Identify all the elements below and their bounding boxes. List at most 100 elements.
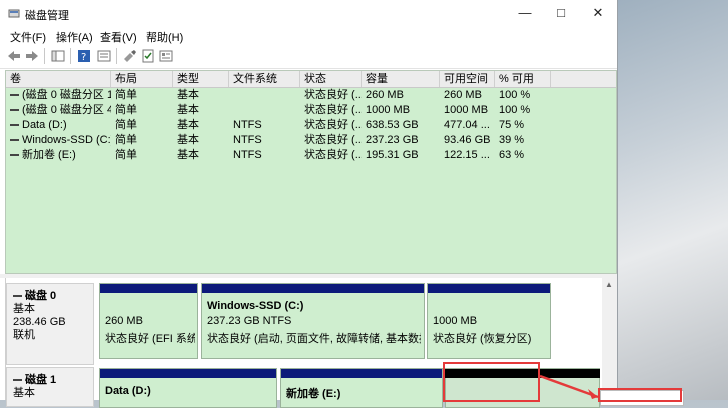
- partition-status: 状态良好 (启动, 页面文件, 故障转储, 基本数据分区): [207, 333, 421, 345]
- help-icon[interactable]: ?: [76, 48, 92, 64]
- volume-filesystem: NTFS: [233, 119, 262, 131]
- volume-capacity: 638.53 GB: [366, 119, 419, 131]
- scroll-up-icon[interactable]: ▲: [605, 280, 613, 289]
- volume-type: 基本: [177, 89, 199, 101]
- maximize-button[interactable]: □: [543, 0, 579, 26]
- volume-percent-free: 100 %: [499, 104, 531, 116]
- disk-kind: 基本: [13, 303, 35, 315]
- disk-1-label[interactable]: 磁盘 1 基本: [6, 367, 94, 407]
- partition-status: 状态良好 (恢复分区): [433, 333, 532, 345]
- column-header-layout[interactable]: 布局: [111, 71, 173, 87]
- highlight-box: [443, 362, 540, 402]
- table-row[interactable]: Data (D:) 简单 基本 NTFS 状态良好 (... 638.53 GB…: [6, 118, 616, 133]
- partition-status: 状态良好 (EFI 系统分区): [105, 333, 195, 345]
- disk-kind: 基本: [13, 387, 35, 399]
- volume-layout: 简单: [115, 119, 137, 131]
- column-header-type[interactable]: 类型: [173, 71, 229, 87]
- volume-capacity: 260 MB: [366, 89, 404, 101]
- table-row[interactable]: 新加卷 (E:) 简单 基本 NTFS 状态良好 (... 195.31 GB …: [6, 148, 616, 163]
- settings-panel-icon[interactable]: [158, 48, 174, 64]
- volume-percent-free: 39 %: [499, 134, 525, 146]
- partition-data[interactable]: Data (D:): [99, 368, 277, 408]
- volume-type: 基本: [177, 119, 199, 131]
- volume-status: 状态良好 (...: [304, 119, 362, 131]
- back-arrow-icon[interactable]: [6, 48, 22, 64]
- column-header-capacity[interactable]: 容量: [362, 71, 440, 87]
- volume-free-space: 1000 MB: [444, 104, 489, 116]
- volume-layout: 简单: [115, 104, 137, 116]
- window-title: 磁盘管理: [25, 10, 69, 22]
- column-header-volume[interactable]: 卷: [6, 71, 111, 87]
- volume-filesystem: [229, 103, 300, 118]
- disk-icon: [13, 379, 22, 382]
- close-button[interactable]: ✕: [580, 0, 616, 26]
- partition-size: 237.23 GB NTFS: [207, 315, 292, 327]
- volume-icon: [10, 139, 19, 142]
- partition-title: Data (D:): [105, 385, 151, 397]
- volume-list-header: 卷 布局 类型 文件系统 状态 容量 可用空间 % 可用: [6, 71, 616, 88]
- toolbar-separator: [44, 48, 45, 64]
- menu-file[interactable]: 文件(F): [10, 29, 46, 45]
- partition-new-volume[interactable]: 新加卷 (E:): [280, 368, 443, 408]
- menu-view[interactable]: 查看(V): [100, 29, 137, 45]
- partition-efi[interactable]: 260 MB 状态良好 (EFI 系统分区): [99, 283, 198, 359]
- disk-state: 联机: [13, 329, 35, 341]
- volume-free-space: 122.15 ...: [444, 149, 490, 161]
- volume-type: 基本: [177, 149, 199, 161]
- table-row[interactable]: (磁盘 0 磁盘分区 1) 简单 基本 状态良好 (... 260 MB 260…: [6, 88, 616, 103]
- partition-recovery[interactable]: 1000 MB 状态良好 (恢复分区): [427, 283, 551, 359]
- volume-status: 状态良好 (...: [304, 149, 362, 161]
- volume-layout: 简单: [115, 149, 137, 161]
- volume-icon: [10, 94, 19, 97]
- table-row[interactable]: (磁盘 0 磁盘分区 4) 简单 基本 状态良好 (... 1000 MB 10…: [6, 103, 616, 118]
- disk-size: 238.46 GB: [13, 316, 66, 328]
- disk-icon: [13, 295, 22, 298]
- title-bar[interactable]: 磁盘管理 — □ ✕: [0, 0, 617, 26]
- volume-percent-free: 100 %: [499, 89, 531, 101]
- column-header-free-space[interactable]: 可用空间: [440, 71, 495, 87]
- volume-name: (磁盘 0 磁盘分区 1): [22, 89, 111, 101]
- partition-size: 1000 MB: [433, 315, 478, 327]
- volume-capacity: 237.23 GB: [366, 134, 419, 146]
- console-tree-icon[interactable]: [50, 48, 66, 64]
- volume-type: 基本: [177, 104, 199, 116]
- svg-text:?: ?: [81, 52, 86, 63]
- properties-icon[interactable]: [96, 48, 112, 64]
- check-icon[interactable]: [140, 48, 156, 64]
- connect-icon[interactable]: [122, 48, 138, 64]
- partition-title: Windows-SSD (C:): [207, 300, 304, 312]
- column-header-status[interactable]: 状态: [300, 71, 362, 87]
- volume-icon: [10, 124, 19, 127]
- forward-arrow-icon[interactable]: [24, 48, 40, 64]
- volume-status: 状态良好 (...: [304, 89, 362, 101]
- table-row[interactable]: Windows-SSD (C:) 简单 基本 NTFS 状态良好 (... 23…: [6, 133, 616, 148]
- menu-action[interactable]: 操作(A): [56, 29, 93, 45]
- volume-percent-free: 63 %: [499, 149, 525, 161]
- disk-management-icon: [8, 9, 20, 18]
- volume-list: 卷 布局 类型 文件系统 状态 容量 可用空间 % 可用 (磁盘 0 磁盘分区 …: [5, 70, 617, 274]
- volume-name: 新加卷 (E:): [22, 149, 76, 161]
- volume-type: 基本: [177, 134, 199, 146]
- volume-filesystem: [229, 88, 300, 103]
- menu-bar: 文件(F) 操作(A) 查看(V) 帮助(H): [0, 26, 617, 44]
- toolbar-separator: [116, 48, 117, 64]
- menu-help[interactable]: 帮助(H): [146, 29, 183, 45]
- volume-icon: [10, 109, 19, 112]
- disk-management-window: 磁盘管理 — □ ✕ 文件(F) 操作(A) 查看(V) 帮助(H) ? 卷 布…: [0, 0, 618, 408]
- volume-filesystem: NTFS: [233, 134, 262, 146]
- volume-icon: [10, 154, 19, 157]
- disk-0-label[interactable]: 磁盘 0 基本 238.46 GB 联机: [6, 283, 94, 365]
- volume-layout: 简单: [115, 89, 137, 101]
- column-header-percent-free[interactable]: % 可用: [495, 71, 551, 87]
- desktop-background: [618, 0, 728, 400]
- partition-windows-ssd[interactable]: Windows-SSD (C:) 237.23 GB NTFS 状态良好 (启动…: [201, 283, 425, 359]
- minimize-button[interactable]: —: [507, 0, 543, 26]
- volume-status: 状态良好 (...: [304, 104, 362, 116]
- disk-name: 磁盘 0: [25, 290, 57, 302]
- volume-layout: 简单: [115, 134, 137, 146]
- volume-status: 状态良好 (...: [304, 134, 362, 146]
- disk-name: 磁盘 1: [25, 374, 57, 386]
- volume-name: Windows-SSD (C:): [22, 134, 111, 146]
- column-header-filesystem[interactable]: 文件系统: [229, 71, 300, 87]
- volume-free-space: 477.04 ...: [444, 119, 490, 131]
